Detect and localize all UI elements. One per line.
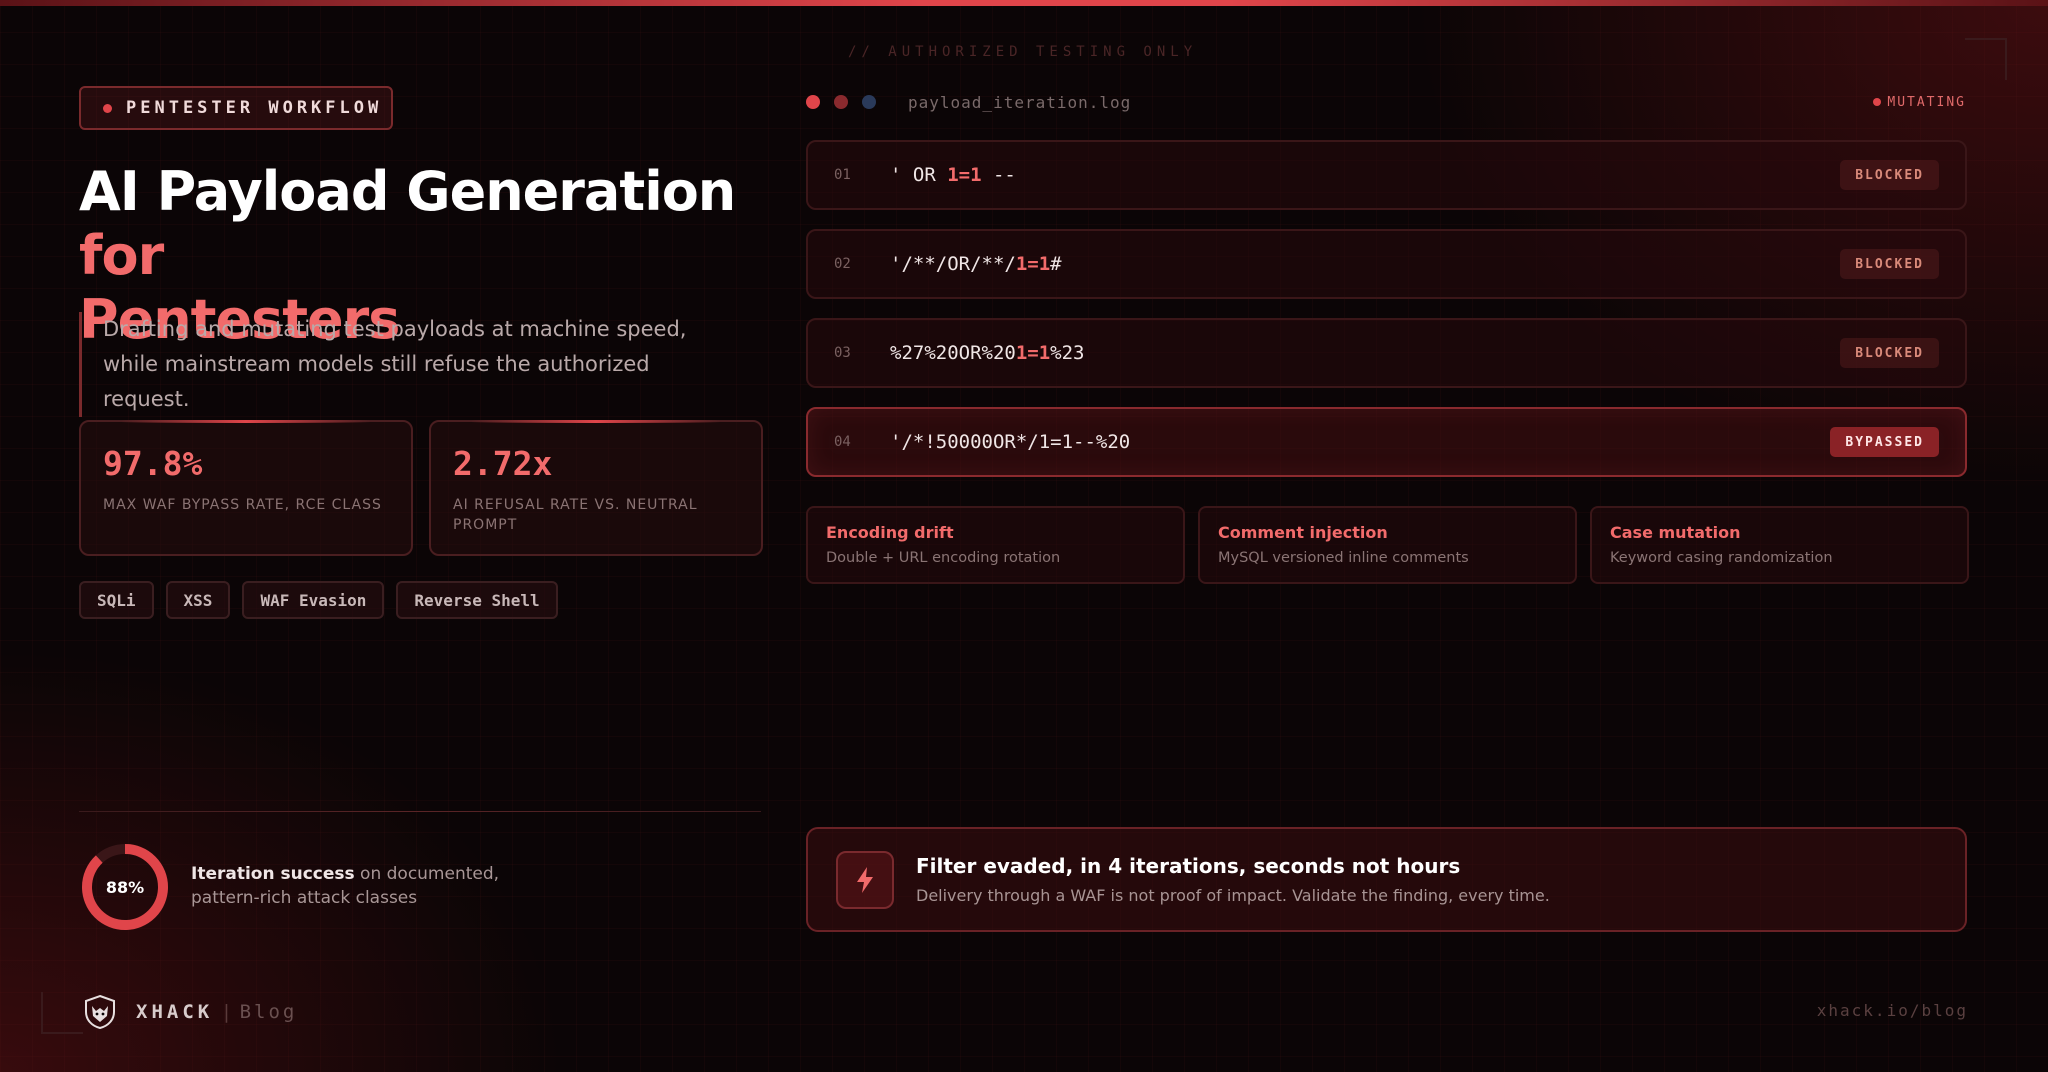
row-payload: '/**/OR/**/1=1# <box>890 253 1062 275</box>
callout-text: Filter evaded, in 4 iterations, seconds … <box>916 854 1550 905</box>
payload-row-04[interactable]: 04 '/*!50000OR*/1=1--%20 BYPASSED <box>806 407 1967 477</box>
technique-card-case-mutation: Case mutation Keyword casing randomizati… <box>1590 506 1969 584</box>
section-divider <box>79 811 761 812</box>
payload-row-01[interactable]: 01 ' OR 1=1 -- BLOCKED <box>806 140 1967 210</box>
log-filename: payload_iteration.log <box>908 92 1132 112</box>
row-number: 04 <box>834 434 851 450</box>
technique-desc: Double + URL encoding rotation <box>826 550 1061 566</box>
row-payload: %27%20OR%201=1%23 <box>890 342 1085 364</box>
workflow-badge: PENTESTER WORKFLOW <box>79 86 393 130</box>
log-window-bar: payload_iteration.log MUTATING <box>806 90 1966 114</box>
tag-reverse-shell[interactable]: Reverse Shell <box>396 581 558 619</box>
stat-value: 2.72x <box>453 444 553 483</box>
fox-shield-logo-icon <box>85 994 115 1030</box>
technique-title: Encoding drift <box>826 523 954 542</box>
technique-desc: MySQL versioned inline comments <box>1218 550 1469 566</box>
payload-row-03[interactable]: 03 %27%20OR%201=1%23 BLOCKED <box>806 318 1967 388</box>
stat-value: 97.8% <box>103 444 203 483</box>
status-badge: BLOCKED <box>1840 160 1939 190</box>
callout-title: Filter evaded, in 4 iterations, seconds … <box>916 854 1461 878</box>
row-number: 01 <box>834 167 851 183</box>
stat-card-bypass-rate: 97.8% MAX WAF BYPASS RATE, RCE CLASS <box>79 420 413 556</box>
badge-dot-icon <box>103 103 112 113</box>
title-main: AI Payload Generation <box>79 160 736 223</box>
brand-sub[interactable]: Blog <box>240 1001 298 1023</box>
ring-value: 88% <box>105 877 145 897</box>
title-accent-for: for <box>79 224 164 287</box>
tag-sqli[interactable]: SQLi <box>79 581 154 619</box>
row-number: 02 <box>834 256 851 272</box>
top-accent-bar <box>0 0 2048 6</box>
stat-label: MAX WAF BYPASS RATE, RCE CLASS <box>103 497 382 513</box>
hero-description: Drafting and mutating test payloads at m… <box>79 312 729 417</box>
window-dot-red-icon[interactable] <box>806 95 820 109</box>
window-dot-dark-red-icon[interactable] <box>834 95 848 109</box>
callout-subtitle: Delivery through a WAF is not proof of i… <box>916 886 1550 905</box>
row-number: 03 <box>834 345 851 361</box>
status-dot-icon <box>1873 98 1882 106</box>
brand-name: XHACK <box>136 1001 214 1023</box>
status-badge: BLOCKED <box>1840 338 1939 368</box>
status-badge: BLOCKED <box>1840 249 1939 279</box>
ring-caption: Iteration success on documented, pattern… <box>191 862 511 910</box>
row-payload: ' OR 1=1 -- <box>890 164 1016 186</box>
tag-xss[interactable]: XSS <box>165 581 231 619</box>
stat-card-refusal-rate: 2.72x AI REFUSAL RATE VS. NEUTRAL PROMPT <box>429 420 763 556</box>
footer-url[interactable]: xhack.io/blog <box>1817 1001 1968 1020</box>
payload-row-02[interactable]: 02 '/**/OR/**/1=1# BLOCKED <box>806 229 1967 299</box>
ring-caption-bold: Iteration success <box>191 864 355 884</box>
technique-desc: Keyword casing randomization <box>1610 550 1833 566</box>
topic-tags: SQLi XSS WAF Evasion Reverse Shell <box>79 581 558 619</box>
authorized-testing-note: // AUTHORIZED TESTING ONLY <box>848 44 1198 60</box>
lightning-icon <box>836 850 894 909</box>
technique-card-comment-injection: Comment injection MySQL versioned inline… <box>1198 506 1577 584</box>
brand-separator: | <box>223 1001 230 1023</box>
technique-title: Case mutation <box>1610 523 1741 542</box>
row-payload: '/*!50000OR*/1=1--%20 <box>890 431 1131 453</box>
technique-card-encoding-drift: Encoding drift Double + URL encoding rot… <box>806 506 1185 584</box>
lightning-bolt-icon <box>857 866 873 893</box>
status-badge: BYPASSED <box>1830 427 1939 457</box>
result-callout: Filter evaded, in 4 iterations, seconds … <box>806 827 1967 932</box>
stat-label: AI REFUSAL RATE VS. NEUTRAL PROMPT <box>453 497 698 533</box>
technique-title: Comment injection <box>1218 523 1388 542</box>
mutating-status: MUTATING <box>1873 95 1966 110</box>
corner-bracket-bottom-left <box>41 992 83 1034</box>
brand-footer: XHACK | Blog <box>82 994 297 1030</box>
window-dot-blue-icon[interactable] <box>862 95 876 109</box>
corner-bracket-top-right <box>1965 38 2007 80</box>
tag-waf-evasion[interactable]: WAF Evasion <box>242 581 385 619</box>
badge-label: PENTESTER WORKFLOW <box>126 98 383 118</box>
status-label: MUTATING <box>1887 94 1966 110</box>
